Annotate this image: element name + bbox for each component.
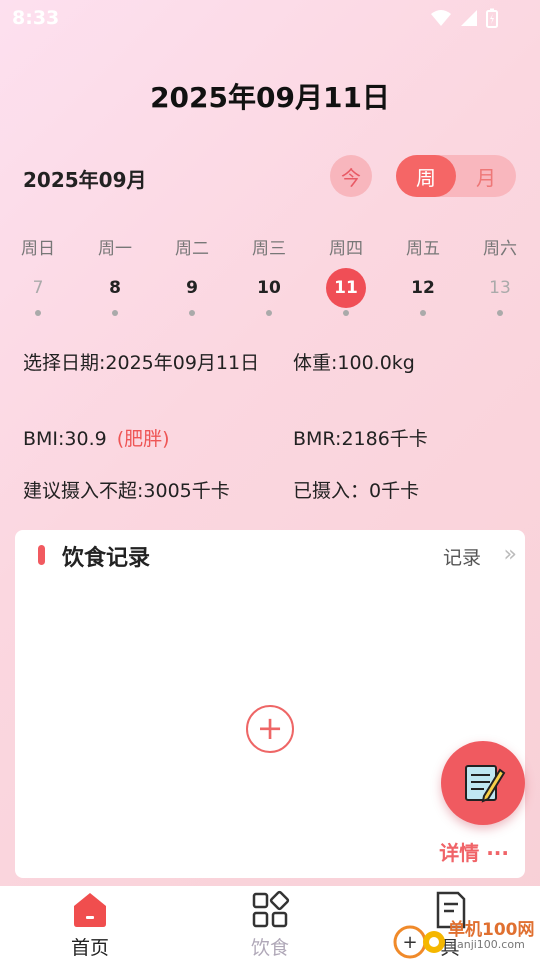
suggested-intake: 建议摄入不超:3005千卡 [23,480,230,502]
day-dot [343,310,349,316]
day-number: 13 [489,278,511,298]
day-cell[interactable]: 13 [470,268,530,316]
day-cell[interactable]: 7 [8,268,68,316]
weekday-header: 周日 周一 周二 周三 周四 周五 周六 [0,234,540,264]
tab-label: 饮食 [250,937,289,959]
weekday-label: 周四 [329,239,363,259]
tab-label: 首页 [70,937,109,959]
consumed-intake: 已摄入：0千卡 [293,480,420,502]
day-number: 9 [186,278,198,298]
tab-diet[interactable]: 饮食 [180,886,360,960]
watermark-url: danji100.com [450,938,525,951]
watermark-logo: + 单机100网 danji100.com [392,915,540,960]
week-days: 7 8 9 10 11 12 13 [0,268,540,328]
notepad-pencil-icon [465,765,506,803]
weekday-label: 周六 [483,239,517,259]
day-number: 12 [411,278,435,298]
day-dot [189,310,195,316]
bmi-row: BMI:30.9 (肥胖) [23,426,170,452]
day-dot [497,310,503,316]
month-label: 2025年09月 [23,168,147,192]
weekday-label: 周一 [98,239,132,259]
bmi-status: (肥胖) [116,428,170,450]
selected-date: 选择日期:2025年09月11日 [23,352,260,374]
wifi-icon [431,10,451,26]
add-meal-button[interactable]: + [246,705,294,753]
day-cell[interactable]: 8 [85,268,145,316]
day-dot [266,310,272,316]
double-chevron-right-icon[interactable]: » [504,542,517,567]
section-marker [38,545,45,565]
day-number: 7 [32,278,44,298]
record-link[interactable]: 记录 [443,543,481,570]
day-number: 11 [326,268,366,308]
today-button[interactable]: 今 [330,155,372,197]
home-icon [74,893,106,927]
notes-fab-button[interactable] [441,741,525,825]
weekday-label: 周二 [175,239,209,259]
weekday-label: 周五 [406,239,440,259]
view-toggle: 周 月 [396,155,516,197]
day-cell[interactable]: 9 [162,268,222,316]
day-number: 10 [257,278,281,298]
weekday-label: 周三 [252,239,286,259]
weight-value: 体重:100.0kg [293,352,415,374]
signal-icon [461,10,477,26]
day-cell[interactable]: 10 [239,268,299,316]
svg-text:+: + [402,932,417,953]
bmi-value: BMI:30.9 [23,428,107,450]
bmr-value: BMR:2186千卡 [293,428,428,450]
battery-icon [486,8,498,28]
diet-record-card: 饮食记录 记录 » + 详情 ··· [15,530,525,878]
watermark-icon: + [393,925,445,959]
detail-link[interactable]: 详情 ··· [439,837,509,866]
day-dot [420,310,426,316]
status-bar: 8:33 [0,0,540,36]
day-dot [112,310,118,316]
week-view-button[interactable]: 周 [396,155,456,197]
grid-icon [252,890,290,928]
card-title: 饮食记录 [62,546,151,571]
weekday-label: 周日 [21,239,55,259]
tab-home[interactable]: 首页 [0,886,180,960]
watermark-text: 单机100网 [448,920,535,940]
day-cell[interactable]: 12 [393,268,453,316]
status-icons [430,8,498,28]
day-cell-selected[interactable]: 11 [316,268,376,316]
month-view-button[interactable]: 月 [456,155,516,197]
page-title: 2025年09月11日 [150,81,390,114]
day-number: 8 [109,278,121,298]
day-dot [35,310,41,316]
status-time: 8:33 [12,7,60,29]
